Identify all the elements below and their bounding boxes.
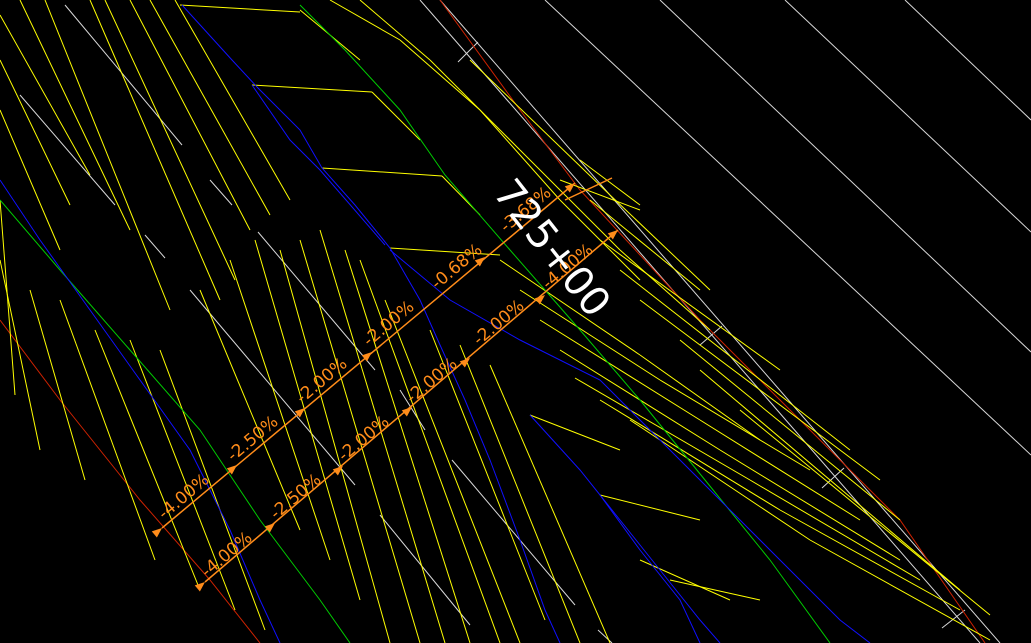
contour-line (174, 0, 291, 201)
contour-line (779, 509, 961, 611)
reference-dash (257, 231, 376, 371)
contour-line (429, 59, 521, 151)
contour-line (321, 167, 443, 177)
contour-line (599, 239, 781, 371)
contour-line (719, 449, 901, 561)
plan-view-svg[interactable]: -4.00%-2.50%-2.00%-2.00%-0.68%-3.68%-4.0… (0, 0, 1031, 643)
contour-line (359, 0, 431, 61)
reference-line (904, 0, 1031, 121)
contour-line (599, 399, 781, 511)
slope-label: -2.00% (334, 412, 393, 466)
slope-label: -2.50% (266, 470, 325, 524)
contour-line (539, 319, 701, 421)
slope-label: -2.50% (223, 412, 282, 466)
slope-label: -2.00% (402, 354, 461, 408)
lane-line (599, 494, 701, 643)
dimension-arrow (264, 523, 275, 533)
grade-break-line (0, 199, 351, 643)
edge-line (0, 319, 261, 643)
reference-line (439, 0, 1001, 643)
contour-line (0, 259, 41, 451)
contour-line (319, 229, 446, 643)
contour-line (399, 39, 481, 111)
reference-dash (19, 94, 116, 206)
contour-line (0, 14, 91, 176)
contour-line (44, 0, 171, 311)
contour-line (574, 377, 751, 481)
contour-line (529, 414, 621, 451)
contour-line (699, 369, 961, 591)
reference-dash (209, 179, 233, 206)
reference-line (659, 0, 1031, 353)
contour-line (94, 329, 201, 591)
contour-line (739, 409, 991, 616)
lane-line (389, 249, 871, 643)
reference-dash (379, 514, 471, 626)
reference-lines (19, 0, 1031, 643)
contour-line (489, 364, 611, 643)
cad-drawing-canvas[interactable]: -4.00% -2.50% -2.00% -2.00% -0.68% -3.68% -4.0… (0, 0, 1031, 643)
contour-line (749, 479, 921, 581)
reference-dash (451, 459, 576, 606)
contour-line (329, 0, 401, 41)
contour-line (809, 539, 991, 641)
contour-line (619, 269, 851, 451)
reference-line (784, 0, 1031, 233)
grade-break-lines (0, 4, 831, 643)
contour-line (29, 289, 86, 481)
contour-line (639, 559, 731, 601)
contour-line (149, 0, 271, 216)
contour-line (639, 354, 761, 441)
lane-lines (0, 4, 871, 643)
dimension-arrow (151, 528, 162, 538)
contour-line (129, 0, 251, 231)
contour-line (384, 299, 521, 643)
contour-line (459, 344, 581, 643)
contour-line (699, 419, 861, 521)
dimension-arrow (401, 407, 412, 417)
contour-line (659, 379, 811, 471)
slope-label: -2.00% (469, 296, 528, 350)
contour-line (371, 91, 421, 141)
lane-line (251, 84, 386, 246)
contour-line (669, 579, 761, 601)
contour-line (279, 249, 391, 643)
contour-line (251, 84, 373, 93)
contour-line (469, 59, 611, 196)
station-tick (457, 41, 479, 63)
slope-label: -0.68% (427, 240, 486, 294)
contour-line (629, 419, 811, 541)
dimension-arrow (194, 582, 205, 592)
contour-line (179, 4, 301, 13)
contour-line (59, 299, 156, 561)
